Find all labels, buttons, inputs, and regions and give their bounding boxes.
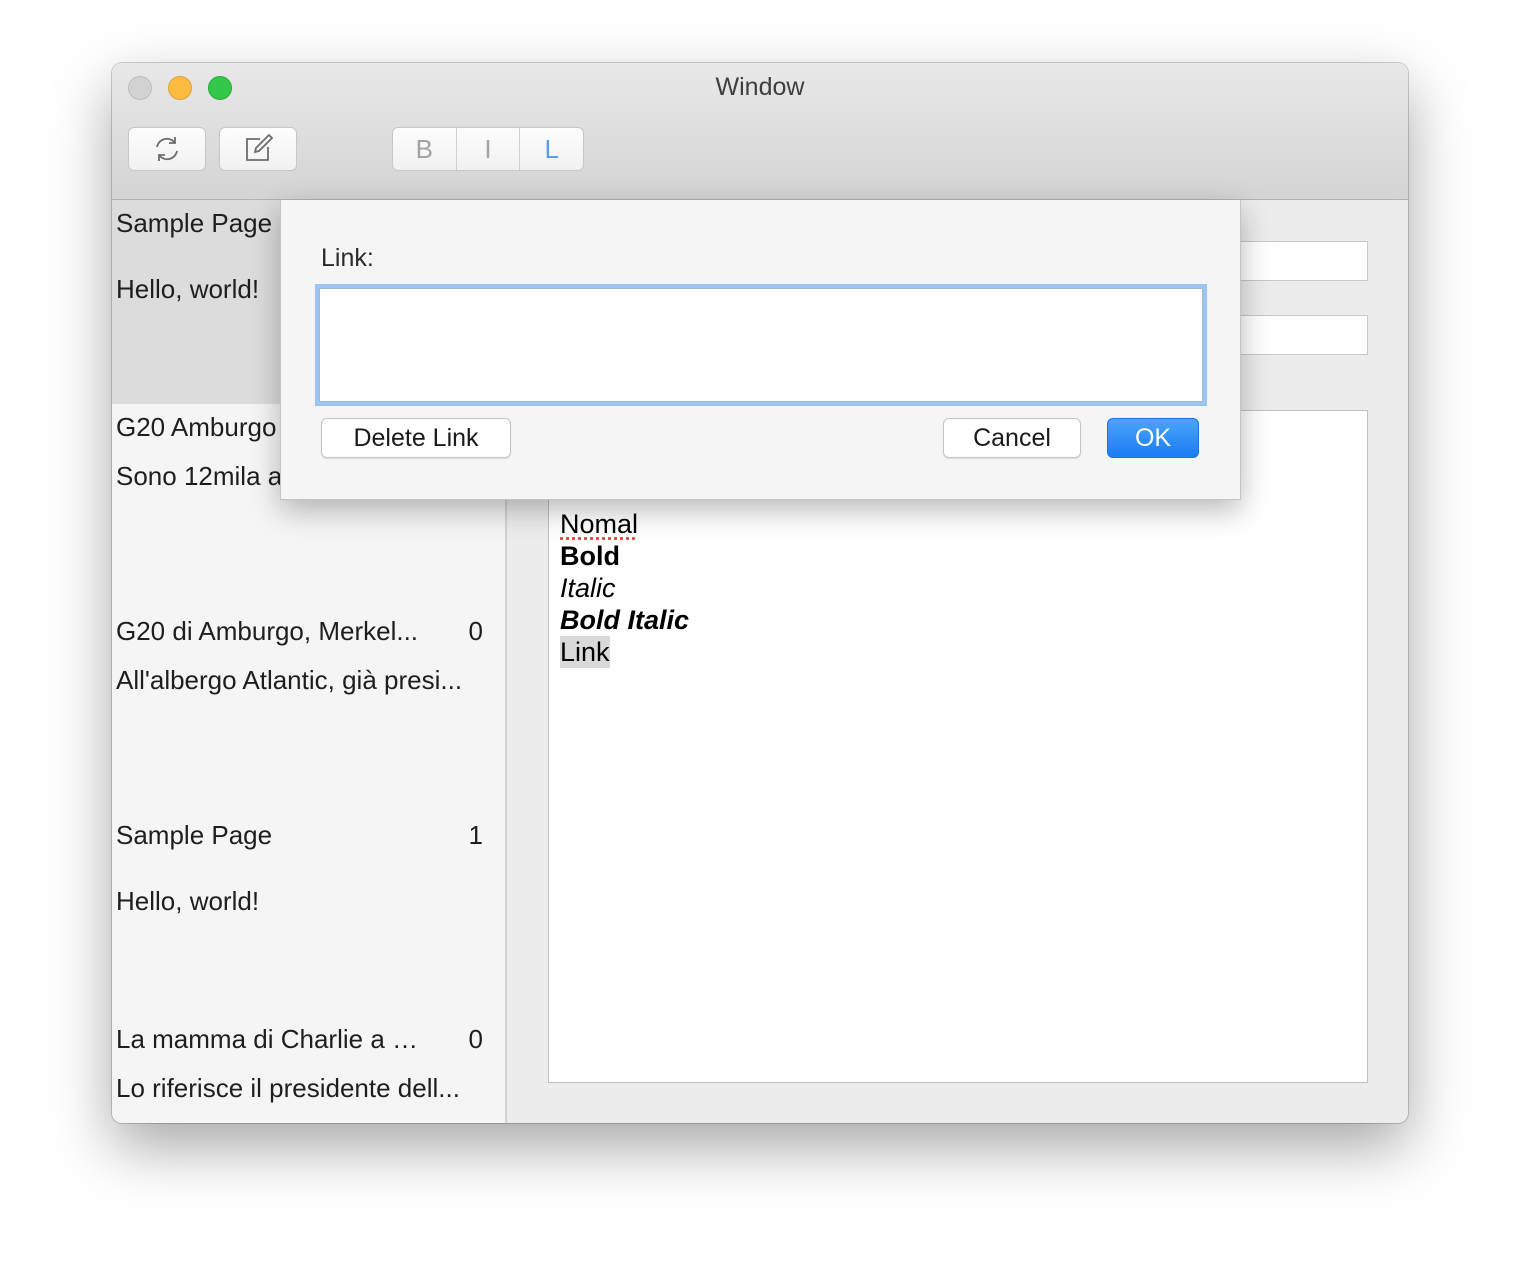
editor-normal-text: Nomal xyxy=(560,509,639,539)
list-item-subtitle: All'albergo Atlantic, già presi... xyxy=(116,665,463,695)
list-item-title: La mamma di Charlie a Mi... xyxy=(116,1024,436,1054)
list-item[interactable]: Sample Page 1 Hello, world! xyxy=(112,812,505,1016)
list-item-count: 1 xyxy=(468,820,483,850)
title-field[interactable] xyxy=(1222,241,1368,281)
ok-button[interactable]: OK xyxy=(1107,418,1199,458)
list-item[interactable]: La mamma di Charlie a Mi... 0 Lo riferis… xyxy=(112,1016,505,1123)
format-segmented-control: B I L xyxy=(392,127,584,171)
titlebar: Window B I L xyxy=(112,63,1408,200)
link-label: Link: xyxy=(321,244,374,272)
list-item-subtitle: Hello, world! xyxy=(116,886,260,916)
editor-link-text[interactable]: Link xyxy=(560,636,610,668)
cancel-button[interactable]: Cancel xyxy=(943,418,1081,458)
refresh-icon xyxy=(156,137,178,161)
list-item[interactable]: G20 di Amburgo, Merkel... 0 All'albergo … xyxy=(112,608,505,812)
link-input[interactable] xyxy=(315,284,1207,406)
link-segment[interactable]: L xyxy=(520,128,583,170)
compose-icon xyxy=(246,133,274,161)
italic-segment[interactable]: I xyxy=(457,128,521,170)
link-sheet: Link: Delete Link Cancel OK xyxy=(280,200,1241,500)
editor-bold-italic-text: Bold Italic xyxy=(560,605,690,635)
subtitle-field[interactable] xyxy=(1222,315,1368,355)
compose-button[interactable] xyxy=(219,127,297,171)
list-item-title: G20 di Amburgo, Merkel... xyxy=(116,616,419,646)
app-window: Window B I L Sample Page Hello, world! G… xyxy=(112,63,1408,1123)
window-title: Window xyxy=(715,73,805,101)
list-item-count: 0 xyxy=(468,616,483,646)
bold-segment[interactable]: B xyxy=(393,128,457,170)
delete-link-button[interactable]: Delete Link xyxy=(321,418,511,458)
refresh-button[interactable] xyxy=(128,127,206,171)
list-item-title: Sample Page xyxy=(116,820,273,850)
editor-italic-text: Italic xyxy=(560,573,616,603)
list-item-subtitle: Lo riferisce il presidente dell... xyxy=(116,1073,460,1103)
list-item-count: 0 xyxy=(468,1024,483,1054)
editor-bold-text: Bold xyxy=(560,541,620,571)
rich-text-editor[interactable]: Nomal Bold Italic Bold Italic Link xyxy=(548,410,1368,1083)
